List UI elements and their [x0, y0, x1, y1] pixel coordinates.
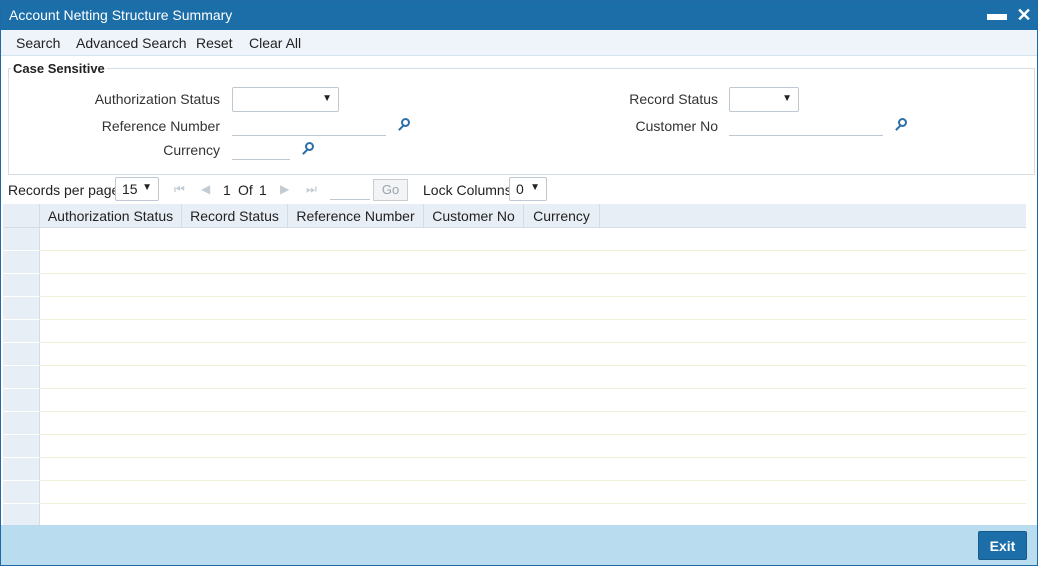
row-selector[interactable]: [3, 228, 40, 251]
case-sensitive-legend: Case Sensitive: [11, 61, 107, 76]
pagination-bar: Records per page 15 ▼ ⏮ ◀ 1 Of 1 ▶ ⏭ Go …: [1, 177, 1037, 203]
previous-page-icon[interactable]: ◀: [201, 182, 210, 196]
authorization-status-label: Authorization Status: [94, 91, 220, 107]
lock-columns-select[interactable]: 0 ▼: [509, 177, 547, 201]
customer-no-input[interactable]: [729, 114, 883, 136]
currency-input[interactable]: [232, 138, 290, 160]
table-row[interactable]: [3, 251, 1026, 274]
chevron-down-icon: ▼: [782, 93, 792, 104]
chevron-down-icon: ▼: [322, 93, 332, 104]
authorization-status-select[interactable]: ▼: [232, 87, 339, 112]
window-title: Account Netting Structure Summary: [9, 7, 233, 23]
go-button[interactable]: Go: [373, 179, 408, 201]
row-selector[interactable]: [3, 297, 40, 320]
reference-number-label: Reference Number: [101, 118, 220, 134]
table-row[interactable]: [3, 504, 1026, 527]
exit-button[interactable]: Exit: [978, 531, 1027, 560]
next-page-icon[interactable]: ▶: [280, 182, 289, 196]
row-selector[interactable]: [3, 458, 40, 481]
table-row[interactable]: [3, 389, 1026, 412]
column-header-customer-no[interactable]: Customer No: [424, 204, 524, 228]
clear-all-button[interactable]: Clear All: [249, 35, 301, 51]
row-selector[interactable]: [3, 274, 40, 297]
reset-button[interactable]: Reset: [196, 35, 233, 51]
advanced-search-button[interactable]: Advanced Search: [76, 35, 187, 51]
close-icon[interactable]: ✕: [1015, 5, 1033, 25]
chevron-down-icon: ▼: [530, 182, 540, 193]
results-table: Authorization Status Record Status Refer…: [3, 204, 1026, 527]
search-icon[interactable]: [396, 117, 412, 133]
table-header: Authorization Status Record Status Refer…: [3, 204, 1026, 228]
records-per-page-value: 15: [122, 181, 138, 197]
chevron-down-icon: ▼: [142, 182, 152, 193]
row-selector[interactable]: [3, 366, 40, 389]
table-row[interactable]: [3, 274, 1026, 297]
total-pages: 1: [259, 182, 267, 198]
row-selector[interactable]: [3, 504, 40, 527]
table-row[interactable]: [3, 343, 1026, 366]
records-per-page-select[interactable]: 15 ▼: [115, 177, 159, 201]
table-row[interactable]: [3, 435, 1026, 458]
row-selector[interactable]: [3, 412, 40, 435]
row-selector[interactable]: [3, 389, 40, 412]
column-header-record-status[interactable]: Record Status: [182, 204, 288, 228]
last-page-icon[interactable]: ⏭: [306, 182, 317, 197]
reference-number-input[interactable]: [232, 114, 386, 136]
table-row[interactable]: [3, 228, 1026, 251]
column-header-reference-number[interactable]: Reference Number: [288, 204, 424, 228]
search-icon[interactable]: [300, 141, 316, 157]
table-row[interactable]: [3, 366, 1026, 389]
page-number-input[interactable]: [330, 179, 370, 200]
search-icon[interactable]: [893, 117, 909, 133]
title-bar: Account Netting Structure Summary ▬ ✕: [1, 1, 1037, 30]
first-page-icon[interactable]: ⏮: [174, 182, 185, 197]
record-status-select[interactable]: ▼: [729, 87, 799, 112]
of-label: Of: [238, 182, 253, 198]
row-selector[interactable]: [3, 343, 40, 366]
lock-columns-label: Lock Columns: [423, 182, 512, 198]
table-row[interactable]: [3, 481, 1026, 504]
summary-window: Account Netting Structure Summary ▬ ✕ Se…: [0, 0, 1038, 566]
minimize-icon[interactable]: ▬: [987, 3, 1007, 25]
row-selector[interactable]: [3, 251, 40, 274]
current-page: 1: [223, 182, 231, 198]
currency-label: Currency: [163, 142, 220, 158]
select-all-header[interactable]: [3, 204, 40, 228]
row-selector[interactable]: [3, 435, 40, 458]
column-header-currency[interactable]: Currency: [524, 204, 600, 228]
row-selector[interactable]: [3, 481, 40, 504]
lock-columns-value: 0: [516, 181, 524, 197]
search-button[interactable]: Search: [16, 35, 60, 51]
table-row[interactable]: [3, 412, 1026, 435]
column-header-authorization-status[interactable]: Authorization Status: [40, 204, 182, 228]
row-selector[interactable]: [3, 320, 40, 343]
record-status-label: Record Status: [629, 91, 718, 107]
table-row[interactable]: [3, 297, 1026, 320]
table-row[interactable]: [3, 458, 1026, 481]
toolbar: Search Advanced Search Reset Clear All: [1, 30, 1037, 56]
records-per-page-label: Records per page: [8, 182, 120, 198]
customer-no-label: Customer No: [635, 118, 718, 134]
footer-bar: Exit: [1, 525, 1037, 565]
table-row[interactable]: [3, 320, 1026, 343]
